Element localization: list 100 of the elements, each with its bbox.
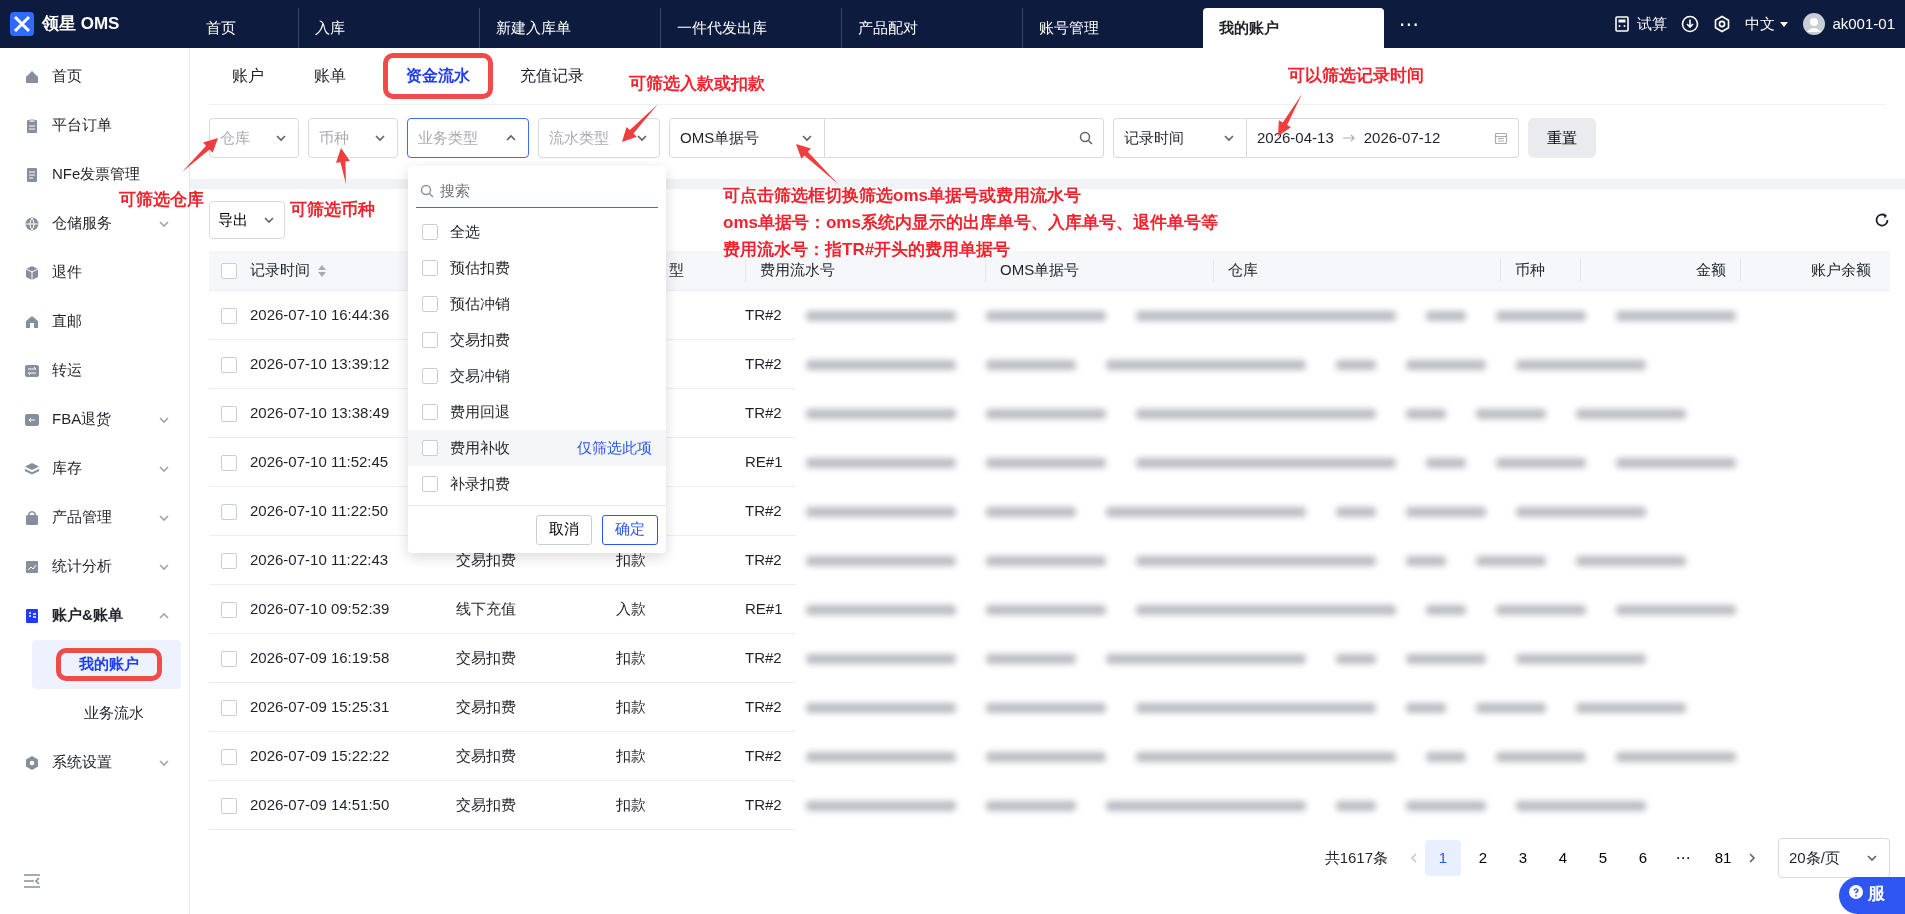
- dropdown-option[interactable]: 费用回退: [408, 394, 666, 430]
- sidebar-item[interactable]: 首页: [52, 65, 82, 88]
- table-cell: 交易扣费: [456, 551, 516, 569]
- option-checkbox[interactable]: [422, 476, 438, 492]
- calculator-icon: [1613, 16, 1630, 32]
- trial-button[interactable]: 试算: [1613, 12, 1668, 36]
- page-button[interactable]: 3: [1505, 840, 1541, 876]
- row-checkbox[interactable]: [221, 748, 237, 765]
- dropdown-option[interactable]: 预估冲销: [408, 286, 666, 322]
- sort-icon[interactable]: [317, 264, 326, 277]
- page-button[interactable]: 1: [1425, 840, 1461, 876]
- sub-tab[interactable]: 资金流水: [383, 53, 493, 99]
- sidebar-item[interactable]: 系统设置: [52, 751, 112, 774]
- row-checkbox[interactable]: [221, 699, 237, 716]
- dropdown-option[interactable]: 交易扣费: [408, 322, 666, 358]
- table-cell: 交易扣费: [456, 796, 516, 814]
- nav-tab[interactable]: 我的账户: [1203, 8, 1384, 48]
- transfer-icon: [24, 362, 40, 379]
- reset-button[interactable]: 重置: [1528, 118, 1596, 158]
- option-checkbox[interactable]: [422, 440, 438, 456]
- number-search-field[interactable]: [825, 118, 1104, 158]
- collapse-icon[interactable]: [22, 873, 41, 890]
- row-checkbox[interactable]: [221, 307, 237, 324]
- only-this-link[interactable]: 仅筛选此项: [577, 436, 652, 460]
- sidebar-item[interactable]: 仓储服务: [52, 212, 112, 235]
- row-checkbox[interactable]: [221, 797, 237, 814]
- row-checkbox[interactable]: [221, 454, 237, 471]
- dropdown-option[interactable]: 补录扣费: [408, 466, 666, 502]
- option-checkbox[interactable]: [422, 224, 438, 240]
- table-cell: 交易扣费: [456, 649, 516, 667]
- hexagon-icon: [24, 754, 40, 771]
- dropdown-option[interactable]: 费用补收 仅筛选此项: [408, 430, 666, 466]
- sidebar-item[interactable]: 账户&账单: [52, 604, 123, 627]
- caret-icon: [1778, 19, 1789, 29]
- sidebar-item[interactable]: 产品管理: [52, 506, 112, 529]
- search-icon: [420, 184, 434, 198]
- row-checkbox[interactable]: [221, 405, 237, 422]
- nav-tab[interactable]: 首页: [190, 8, 298, 48]
- row-checkbox[interactable]: [221, 552, 237, 569]
- time-type-select[interactable]: 记录时间: [1113, 118, 1247, 158]
- page-button[interactable]: 6: [1625, 840, 1661, 876]
- option-label: 交易冲销: [450, 365, 510, 386]
- page-button[interactable]: 81: [1705, 840, 1741, 876]
- table-cell: 2026-07-10 11:22:50: [250, 502, 389, 520]
- option-label: 交易扣费: [450, 329, 510, 350]
- page-button[interactable]: ⋯: [1665, 840, 1701, 876]
- table-cell: 交易扣费: [456, 747, 516, 765]
- settings-icon[interactable]: [1713, 15, 1732, 33]
- row-checkbox[interactable]: [221, 601, 237, 618]
- service-button[interactable]: 服: [1839, 877, 1905, 914]
- row-checkbox[interactable]: [221, 356, 237, 373]
- dropdown-option[interactable]: 全选: [408, 214, 666, 250]
- sidebar-item[interactable]: NFe发票管理: [52, 163, 141, 186]
- column-header: 型: [669, 261, 684, 279]
- select-all-checkbox[interactable]: [221, 262, 237, 279]
- table-cell: 交易扣费: [456, 698, 516, 716]
- page-button[interactable]: 5: [1585, 840, 1621, 876]
- language-select[interactable]: 中文: [1745, 12, 1789, 36]
- row-checkbox[interactable]: [221, 650, 237, 667]
- box-icon: [24, 264, 40, 281]
- date-range-field[interactable]: 2026-04-13 2026-07-12: [1247, 118, 1519, 158]
- row-checkbox[interactable]: [221, 503, 237, 520]
- option-checkbox[interactable]: [422, 368, 438, 384]
- sub-tab[interactable]: 充值记录: [497, 53, 607, 99]
- sub-tab[interactable]: 账户: [209, 53, 287, 99]
- sidebar-subitem[interactable]: 我的账户: [32, 640, 181, 689]
- table-cell: 2026-07-09 15:22:22: [250, 747, 390, 765]
- sidebar-item[interactable]: 直邮: [52, 310, 82, 333]
- sub-tab[interactable]: 账单: [291, 53, 369, 99]
- annotation-text: 可筛选入款或扣款: [629, 74, 765, 95]
- page-button[interactable]: 2: [1465, 840, 1501, 876]
- cancel-button[interactable]: 取消: [536, 514, 592, 545]
- option-checkbox[interactable]: [422, 332, 438, 348]
- page-button[interactable]: 4: [1545, 840, 1581, 876]
- sidebar-item[interactable]: 库存: [52, 457, 82, 480]
- dropdown-option[interactable]: 预估扣费: [408, 250, 666, 286]
- user-menu[interactable]: ak001-01: [1802, 12, 1895, 36]
- sidebar-item[interactable]: 平台订单: [52, 114, 112, 137]
- sidebar-item[interactable]: 转运: [52, 359, 82, 382]
- sidebar-subitem[interactable]: 业务流水: [32, 689, 181, 738]
- sidebar-item[interactable]: FBA退货: [52, 408, 112, 431]
- number-type-select[interactable]: OMS单据号: [669, 118, 825, 158]
- refresh-icon[interactable]: [1874, 212, 1890, 228]
- table-cell-text: TR#2: [745, 697, 783, 718]
- download-icon[interactable]: [1681, 15, 1700, 33]
- confirm-button[interactable]: 确定: [602, 514, 658, 545]
- sidebar-item[interactable]: 统计分析: [52, 555, 112, 578]
- option-checkbox[interactable]: [422, 296, 438, 312]
- option-checkbox[interactable]: [422, 404, 438, 420]
- clipboard-icon: [24, 117, 40, 134]
- table-cell: 扣款: [616, 649, 646, 667]
- page-size-select[interactable]: 20条/页: [1778, 838, 1890, 878]
- dropdown-option[interactable]: 交易冲销: [408, 358, 666, 394]
- column-header: 金额: [1696, 261, 1726, 279]
- option-checkbox[interactable]: [422, 260, 438, 276]
- table-cell: 2026-07-09 14:51:50: [250, 796, 390, 814]
- more-button[interactable]: ⋯: [1399, 0, 1419, 48]
- column-header: 币种: [1515, 261, 1545, 279]
- export-button[interactable]: 导出: [209, 201, 285, 239]
- sidebar-item[interactable]: 退件: [52, 261, 82, 284]
